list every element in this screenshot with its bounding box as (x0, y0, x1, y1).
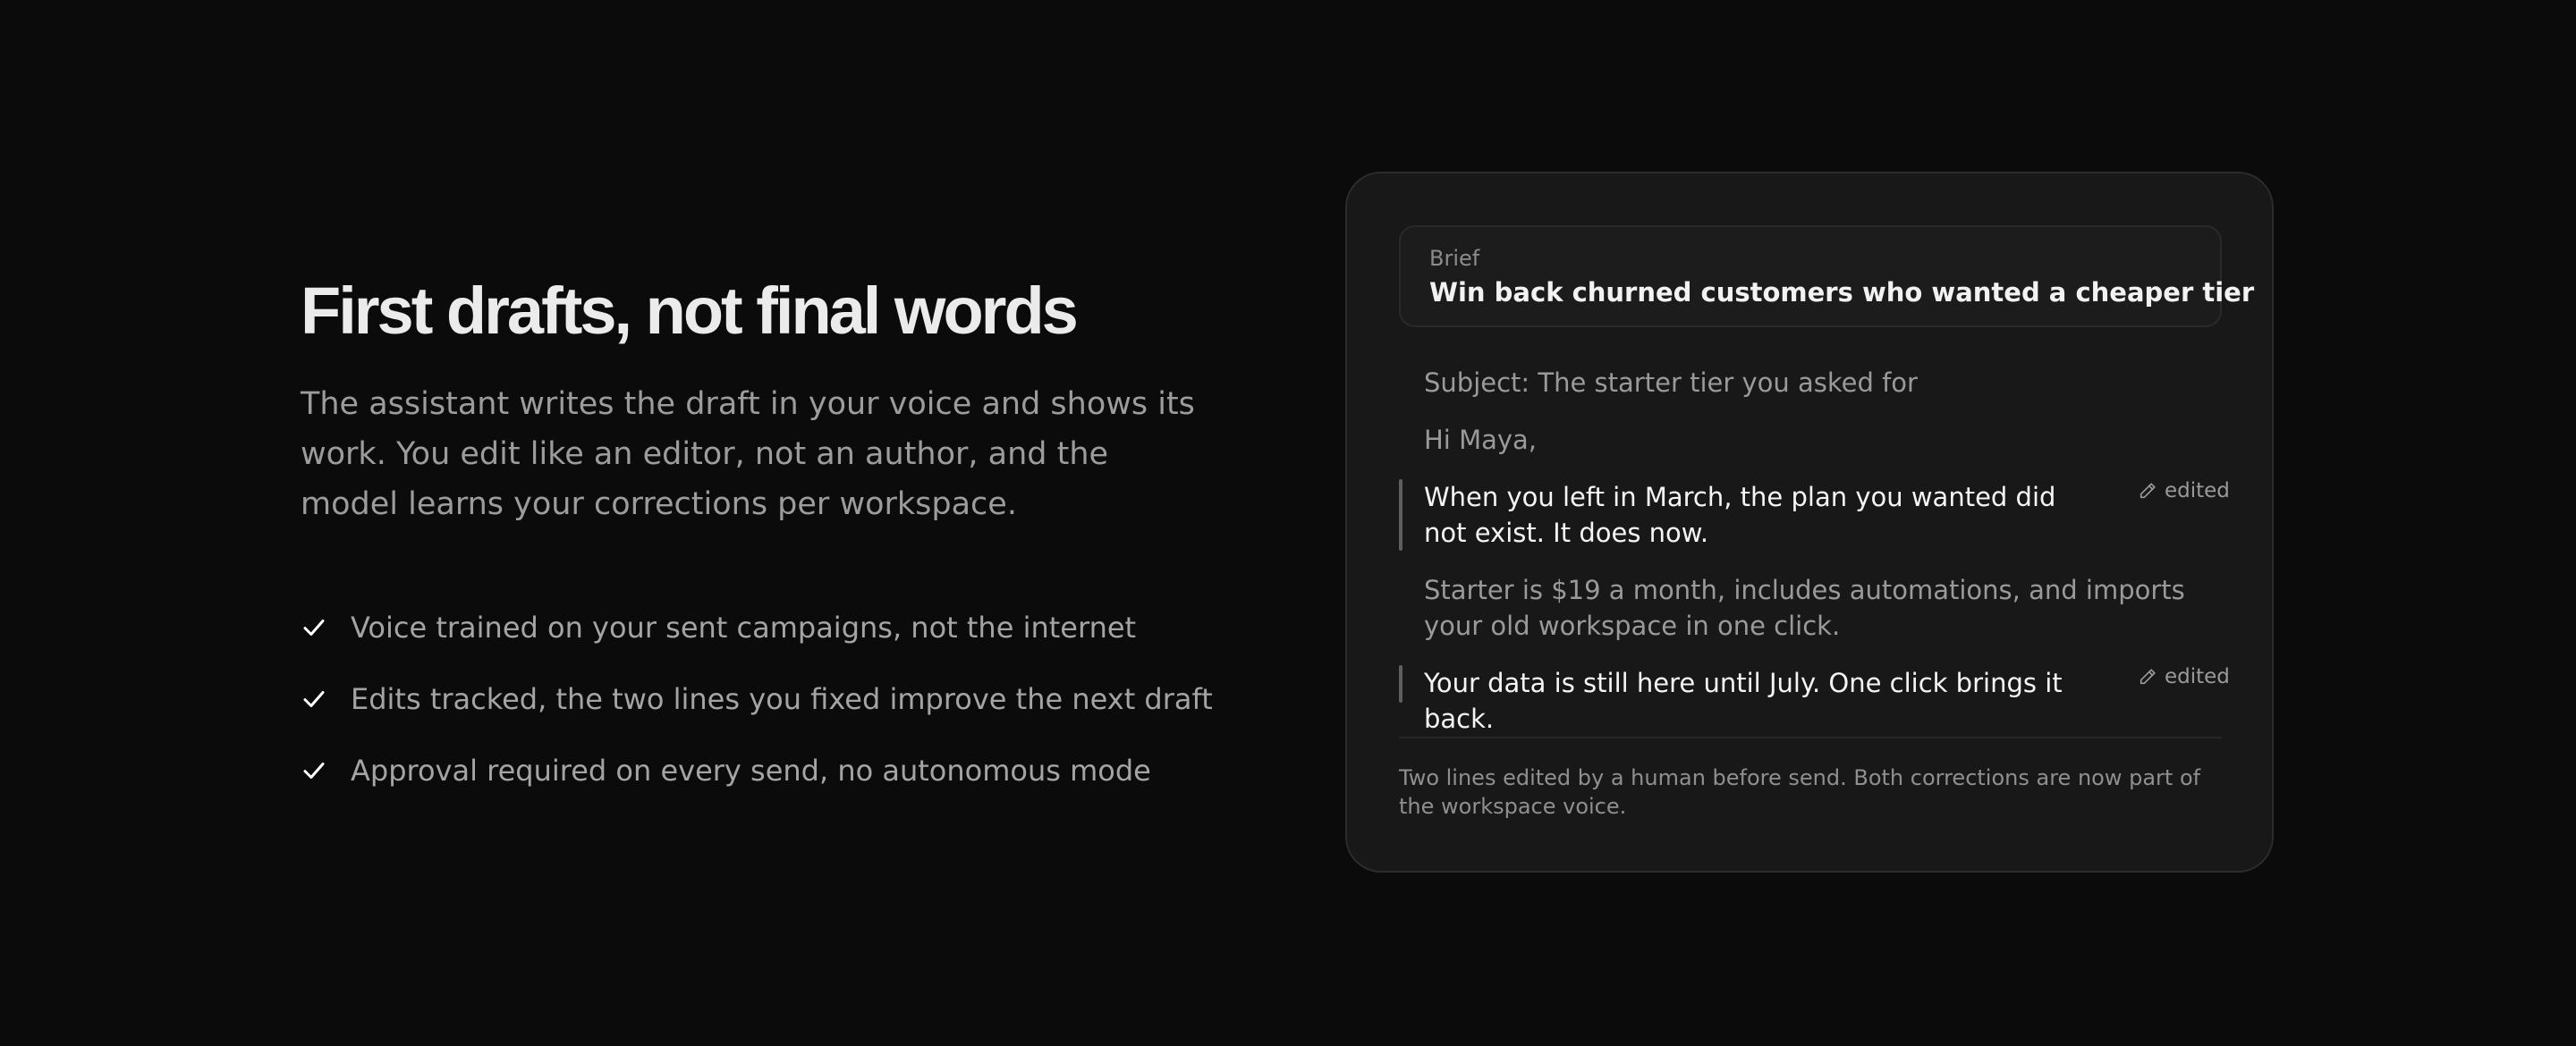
brief-label: Brief (1429, 246, 1480, 271)
draft-preview-card: Brief Win back churned customers who wan… (1345, 172, 2274, 873)
divider (1399, 737, 2222, 738)
pencil-icon (2140, 669, 2156, 685)
feature-item: Edits tracked, the two lines you fixed i… (301, 663, 1231, 735)
feature-text: Voice trained on your sent campaigns, no… (351, 611, 1137, 645)
email-body-line: Starter is $19 a month, includes automat… (1424, 575, 2185, 641)
feature-text: Approval required on every send, no auto… (351, 754, 1151, 788)
feature-item: Voice trained on your sent campaigns, no… (301, 592, 1231, 663)
check-icon (303, 691, 325, 707)
edited-badge: edited (2138, 663, 2230, 690)
edit-marker-bar (1399, 479, 1402, 551)
check-icon (303, 763, 325, 779)
edited-badge: edited (2138, 477, 2230, 504)
card-footnote: Two lines edited by a human before send.… (1399, 765, 2201, 819)
hero-lead: The assistant writes the draft in your v… (301, 386, 1195, 522)
edit-marker-bar (1399, 665, 1402, 703)
email-line-edited[interactable]: Your data is still here until July. One … (1424, 665, 2104, 737)
edited-label: edited (2165, 479, 2230, 502)
edited-label: edited (2165, 665, 2230, 688)
feature-list: Voice trained on your sent campaigns, no… (301, 592, 1231, 806)
pencil-icon (2140, 483, 2156, 499)
feature-item: Approval required on every send, no auto… (301, 735, 1231, 806)
hero-section: First drafts, not final words The assist… (301, 268, 1231, 806)
email-subject: Subject: The starter tier you asked for (1424, 367, 1918, 398)
brief-box: Brief Win back churned customers who wan… (1399, 225, 2255, 327)
page: First drafts, not final words The assist… (0, 0, 2576, 1046)
email-greeting: Hi Maya, (1424, 425, 1538, 455)
hero-headline: First drafts, not final words (301, 274, 1079, 348)
check-icon (303, 620, 325, 636)
brief-text: Win back churned customers who wanted a … (1429, 277, 2255, 308)
email-line-edited[interactable]: When you left in March, the plan you wan… (1424, 479, 2104, 551)
feature-text: Edits tracked, the two lines you fixed i… (351, 682, 1213, 716)
